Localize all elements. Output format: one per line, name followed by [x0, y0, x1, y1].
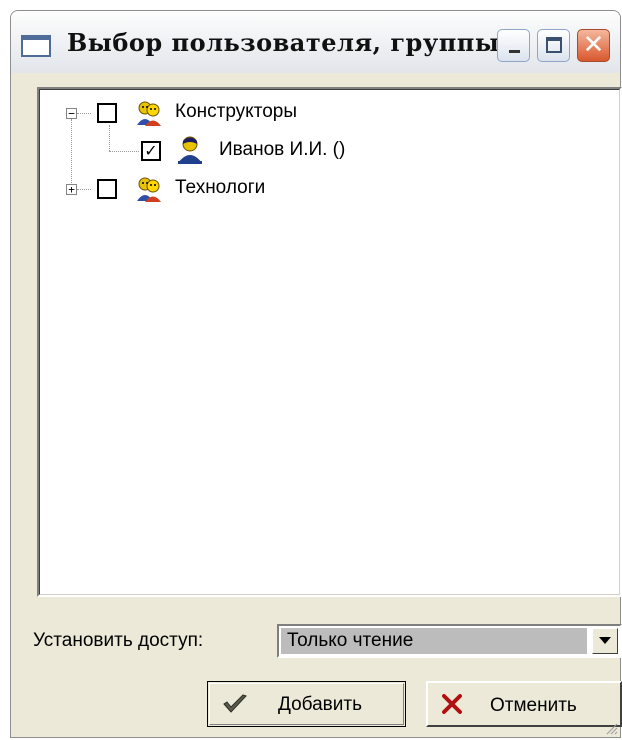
- add-button-label: Добавить: [278, 694, 362, 715]
- close-icon: ✕: [582, 30, 605, 60]
- minimize-icon: [509, 50, 520, 53]
- access-select-value: Только чтение: [281, 628, 587, 654]
- chevron-down-icon: [599, 637, 611, 644]
- checkmark-icon: [223, 694, 247, 713]
- checkbox-ivanov[interactable]: ✓: [141, 141, 161, 161]
- user-icon: [178, 136, 202, 164]
- window-title: Выбор пользователя, группы: [67, 28, 500, 57]
- checkbox-tekhnologi[interactable]: [97, 179, 117, 199]
- user-group-tree[interactable]: − Конструкторы ✓ Иванов И.И. () + Технол…: [37, 87, 622, 597]
- access-label: Установить доступ:: [33, 630, 204, 651]
- dropdown-button[interactable]: [592, 628, 618, 654]
- tree-inner-border: [39, 89, 620, 595]
- tree-connector-line: [77, 113, 91, 114]
- maximize-icon: [546, 37, 562, 53]
- resize-grip-icon[interactable]: [604, 721, 618, 735]
- cancel-button-label: Отменить: [490, 695, 577, 716]
- tree-connector-line: [77, 189, 91, 190]
- close-button[interactable]: ✕: [577, 29, 610, 62]
- cancel-button[interactable]: Отменить: [426, 681, 622, 727]
- add-button[interactable]: Добавить: [207, 681, 406, 727]
- tree-connector-line: [109, 125, 110, 151]
- group-users-icon: [137, 177, 161, 202]
- cross-icon: [442, 694, 462, 714]
- tree-node-label: Конструкторы: [175, 101, 297, 122]
- expand-icon[interactable]: +: [66, 184, 77, 195]
- checkbox-konstruktory[interactable]: [97, 103, 117, 123]
- tree-connector-line: [109, 151, 139, 152]
- minimize-button[interactable]: [497, 29, 530, 62]
- tree-node-label: Технологи: [175, 177, 266, 198]
- window-icon: [21, 35, 51, 57]
- group-users-icon: [137, 101, 161, 126]
- title-bar[interactable]: Выбор пользователя, группы ✕: [11, 11, 620, 73]
- collapse-icon[interactable]: −: [66, 108, 77, 119]
- maximize-button[interactable]: [537, 29, 570, 62]
- dialog-window: Выбор пользователя, группы ✕ − Конструкт…: [10, 10, 622, 738]
- tree-node-label: Иванов И.И. (): [219, 139, 346, 160]
- access-select[interactable]: Только чтение: [277, 624, 622, 658]
- tree-connector-line: [71, 119, 72, 189]
